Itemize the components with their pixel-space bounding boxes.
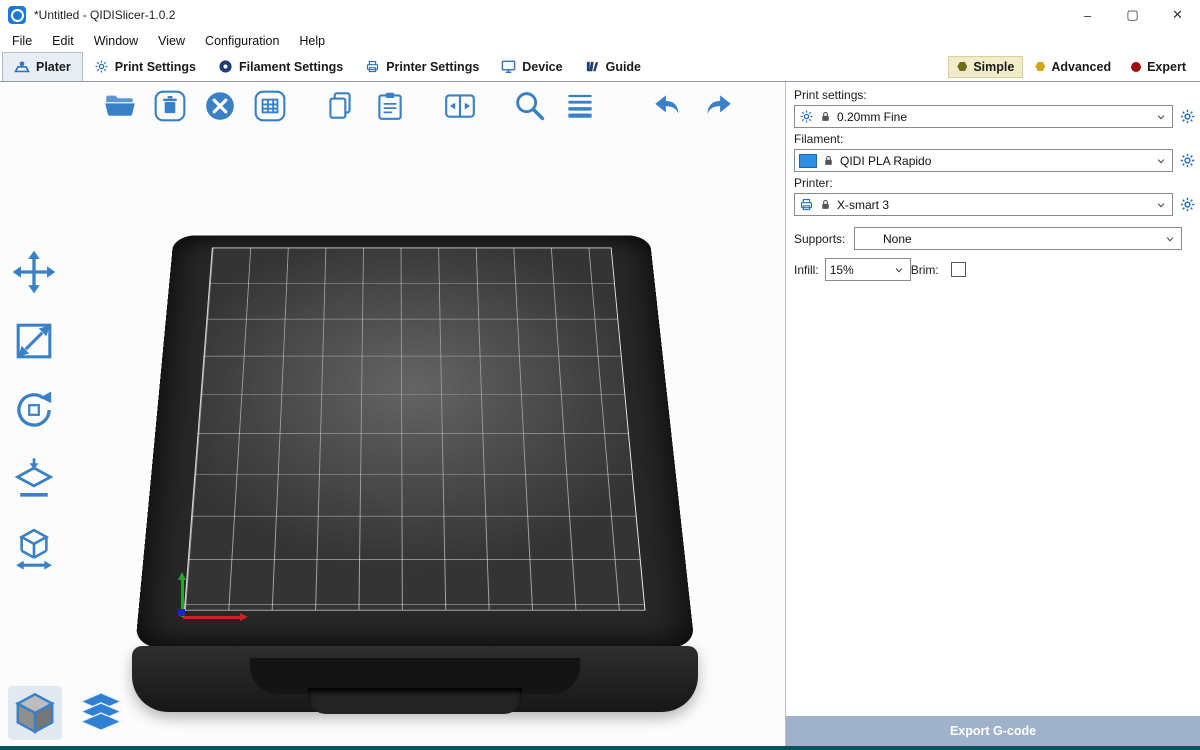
chevron-down-icon	[1154, 110, 1168, 124]
arrange-icon[interactable]	[250, 86, 290, 126]
print-bed	[135, 235, 695, 648]
infill-value: 15%	[830, 263, 854, 277]
tab-filament-settings[interactable]: Filament Settings	[207, 52, 354, 81]
filament-gear-button[interactable]	[1179, 152, 1196, 169]
chevron-down-icon	[892, 263, 906, 277]
simple-mode-icon	[957, 62, 967, 72]
close-button[interactable]: ✕	[1155, 0, 1200, 30]
supports-value: None	[859, 232, 912, 246]
print-settings-select[interactable]: 0.20mm Fine	[794, 105, 1173, 128]
axis-x-indicator	[183, 616, 241, 619]
device-icon	[501, 59, 516, 74]
mode-advanced[interactable]: Advanced	[1027, 57, 1119, 77]
printer-label: Printer:	[794, 176, 1196, 190]
rotate-icon[interactable]	[10, 386, 58, 434]
expert-mode-icon	[1131, 62, 1141, 72]
view-toggles	[8, 686, 128, 740]
delete-all-icon[interactable]	[200, 86, 240, 126]
plater-icon	[14, 59, 30, 75]
menu-bar: File Edit Window View Configuration Help	[0, 30, 1200, 52]
export-gcode-button[interactable]: Export G-code	[786, 716, 1200, 746]
layers-view-icon[interactable]	[74, 686, 128, 740]
guide-icon	[585, 59, 600, 74]
tab-print-settings[interactable]: Print Settings	[83, 52, 207, 81]
printer-icon	[799, 197, 814, 212]
filament-label: Filament:	[794, 132, 1196, 146]
window-title: *Untitled - QIDISlicer-1.0.2	[34, 8, 175, 22]
split-objects-icon[interactable]	[440, 86, 480, 126]
mode-simple[interactable]: Simple	[948, 56, 1023, 78]
menu-view[interactable]: View	[148, 32, 195, 50]
tab-device[interactable]: Device	[490, 52, 573, 81]
tab-plater[interactable]: Plater	[2, 52, 83, 81]
title-bar: *Untitled - QIDISlicer-1.0.2 – ▢ ✕	[0, 0, 1200, 30]
infill-label: Infill:	[794, 263, 819, 277]
chevron-down-icon	[1154, 198, 1168, 212]
print-settings-label: Print settings:	[794, 88, 1196, 102]
brim-checkbox[interactable]	[951, 262, 966, 277]
printer-icon	[365, 59, 380, 74]
tab-bar: Plater Print Settings Filament Settings …	[0, 52, 1200, 82]
search-icon[interactable]	[510, 86, 550, 126]
print-bed-handle	[308, 688, 522, 714]
redo-icon[interactable]	[698, 86, 738, 126]
filament-icon	[218, 59, 233, 74]
menu-window[interactable]: Window	[84, 32, 148, 50]
filament-select[interactable]: QIDI PLA Rapido	[794, 149, 1173, 172]
scale-icon[interactable]	[10, 317, 58, 365]
app-logo-icon	[8, 6, 26, 24]
print-settings-value: 0.20mm Fine	[837, 110, 907, 124]
print-settings-gear-button[interactable]	[1179, 108, 1196, 125]
print-bed-grid	[184, 248, 646, 611]
infill-select[interactable]: 15%	[825, 258, 911, 281]
advanced-mode-icon	[1035, 62, 1045, 72]
measure-icon[interactable]	[10, 524, 58, 572]
tab-guide[interactable]: Guide	[574, 52, 652, 81]
lock-icon	[819, 110, 832, 123]
top-toolbar	[100, 86, 738, 126]
printer-gear-button[interactable]	[1179, 196, 1196, 213]
lock-icon	[819, 198, 832, 211]
menu-help[interactable]: Help	[289, 32, 335, 50]
paste-icon[interactable]	[370, 86, 410, 126]
3d-view-icon[interactable]	[8, 686, 62, 740]
mode-expert[interactable]: Expert	[1123, 57, 1194, 77]
copy-icon[interactable]	[320, 86, 360, 126]
chevron-down-icon	[1154, 154, 1168, 168]
supports-select[interactable]: None	[854, 227, 1182, 250]
brim-label: Brim:	[911, 263, 939, 277]
place-on-face-icon[interactable]	[10, 455, 58, 503]
lock-icon	[822, 154, 835, 167]
axis-z-indicator	[178, 609, 185, 616]
bottom-accent-strip	[0, 746, 1200, 750]
move-icon[interactable]	[10, 248, 58, 296]
tab-printer-settings[interactable]: Printer Settings	[354, 52, 490, 81]
settings-sidebar: Print settings: 0.20mm Fine Filament: QI…	[785, 82, 1200, 750]
minimize-button[interactable]: –	[1065, 0, 1110, 30]
gear-icon	[94, 59, 109, 74]
filament-value: QIDI PLA Rapido	[840, 154, 931, 168]
printer-select[interactable]: X-smart 3	[794, 193, 1173, 216]
menu-file[interactable]: File	[2, 32, 42, 50]
chevron-down-icon	[1163, 232, 1177, 246]
printer-value: X-smart 3	[837, 198, 889, 212]
menu-configuration[interactable]: Configuration	[195, 32, 289, 50]
delete-icon[interactable]	[150, 86, 190, 126]
supports-label: Supports:	[794, 232, 848, 246]
menu-edit[interactable]: Edit	[42, 32, 84, 50]
gear-icon	[799, 109, 814, 124]
mode-switcher: Simple Advanced Expert	[948, 52, 1200, 81]
variable-layer-height-icon[interactable]	[560, 86, 600, 126]
left-toolbar	[10, 248, 58, 572]
undo-icon[interactable]	[648, 86, 688, 126]
open-icon[interactable]	[100, 86, 140, 126]
filament-color-swatch	[799, 154, 817, 168]
maximize-button[interactable]: ▢	[1110, 0, 1155, 30]
3d-viewport[interactable]	[0, 82, 785, 750]
